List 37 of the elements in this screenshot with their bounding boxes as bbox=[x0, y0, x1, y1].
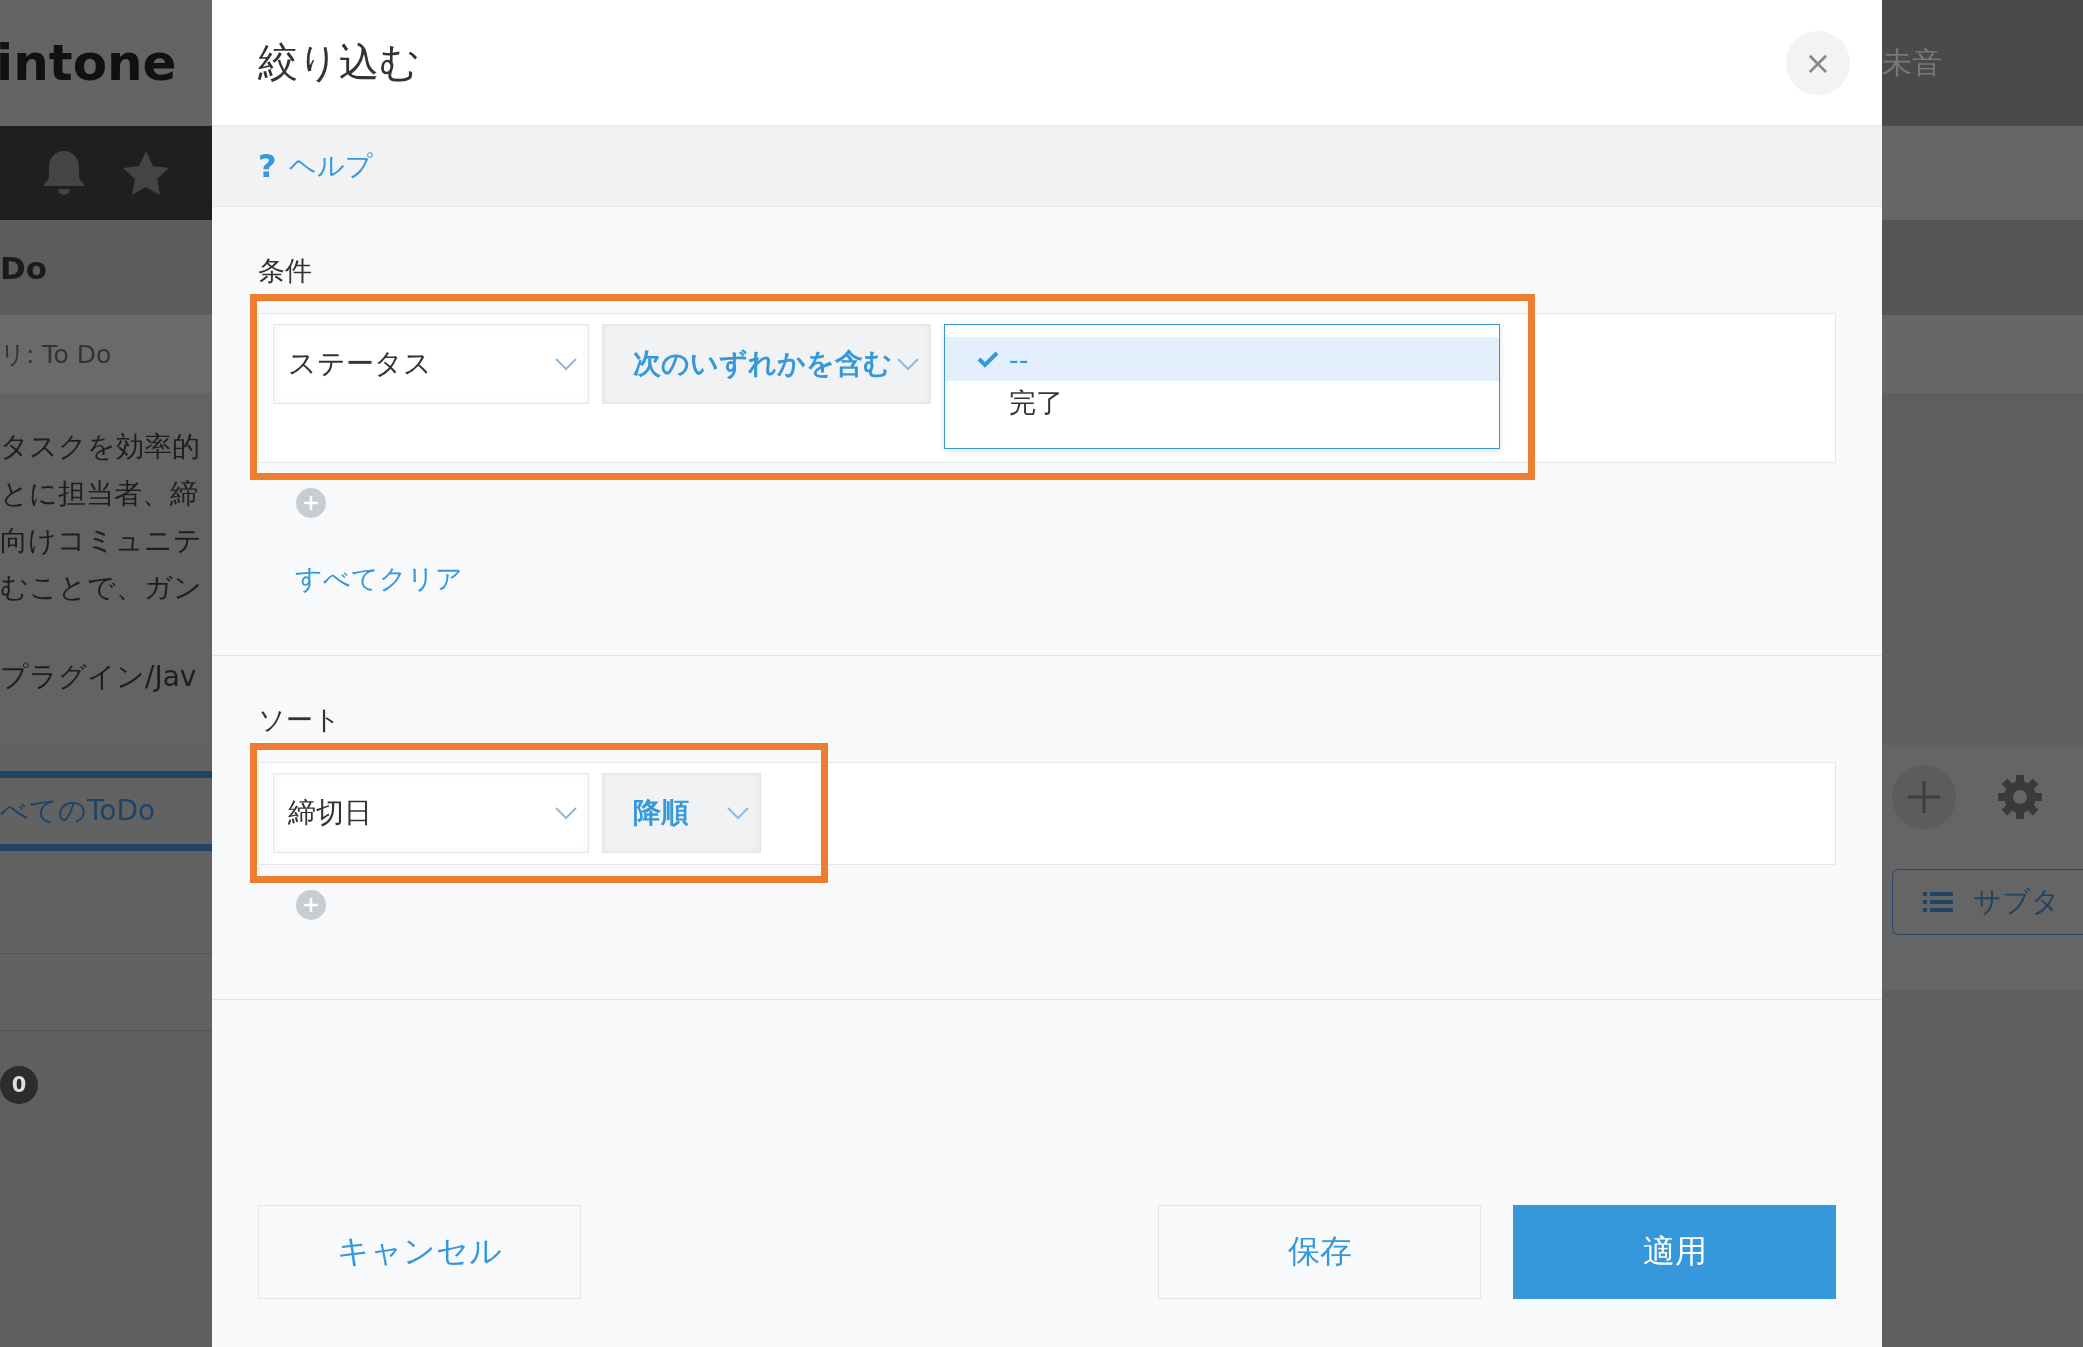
description-line: タスクを効率的 bbox=[0, 429, 201, 465]
app-title: Do bbox=[0, 249, 48, 286]
section-label: 条件 bbox=[258, 255, 312, 286]
bell-icon[interactable] bbox=[40, 148, 88, 198]
description-line: むことで、ガン bbox=[0, 570, 203, 606]
add-icon[interactable] bbox=[1892, 765, 1956, 829]
option-item[interactable]: -- bbox=[945, 337, 1499, 381]
description-line: とに担当者、締 bbox=[0, 476, 199, 512]
dialog-title: 絞り込む bbox=[258, 38, 420, 87]
description-line: プラグイン/Jav bbox=[0, 659, 198, 695]
clear-all-link[interactable]: すべてクリア bbox=[295, 561, 463, 597]
count-badge: 0 bbox=[0, 1066, 38, 1104]
add-icon[interactable] bbox=[295, 889, 327, 921]
sort-field-dropdown[interactable]: 締切日 bbox=[273, 773, 589, 853]
subtable-button[interactable]: サブタ bbox=[1892, 869, 2083, 935]
description-line: 向けコミュニテ bbox=[0, 523, 203, 559]
sort-order-dropdown[interactable]: 降順 bbox=[602, 773, 761, 853]
help-icon: ? bbox=[258, 147, 277, 185]
chevron-down-icon bbox=[554, 806, 578, 820]
app-name: intone bbox=[0, 34, 177, 92]
check-icon bbox=[977, 350, 999, 368]
field-dropdown[interactable]: ステータス bbox=[273, 324, 589, 404]
option-item[interactable]: 完了 bbox=[945, 381, 1499, 425]
settings-icon[interactable] bbox=[1996, 773, 2044, 821]
save-button[interactable]: 保存 bbox=[1158, 1205, 1481, 1299]
star-icon[interactable] bbox=[122, 150, 170, 196]
chevron-down-icon bbox=[554, 357, 578, 371]
help-link[interactable]: ヘルプ bbox=[288, 148, 373, 184]
section-label: ソート bbox=[258, 704, 341, 735]
list-icon bbox=[1923, 891, 1953, 913]
operator-dropdown[interactable]: 次のいずれかを含む bbox=[602, 324, 931, 404]
close-button[interactable]: × bbox=[1786, 30, 1850, 95]
add-icon[interactable] bbox=[295, 487, 327, 519]
cancel-button[interactable]: キャンセル bbox=[258, 1205, 581, 1299]
chevron-down-icon bbox=[726, 806, 750, 820]
apply-button[interactable]: 適用 bbox=[1513, 1205, 1836, 1299]
chevron-down-icon bbox=[896, 357, 920, 371]
